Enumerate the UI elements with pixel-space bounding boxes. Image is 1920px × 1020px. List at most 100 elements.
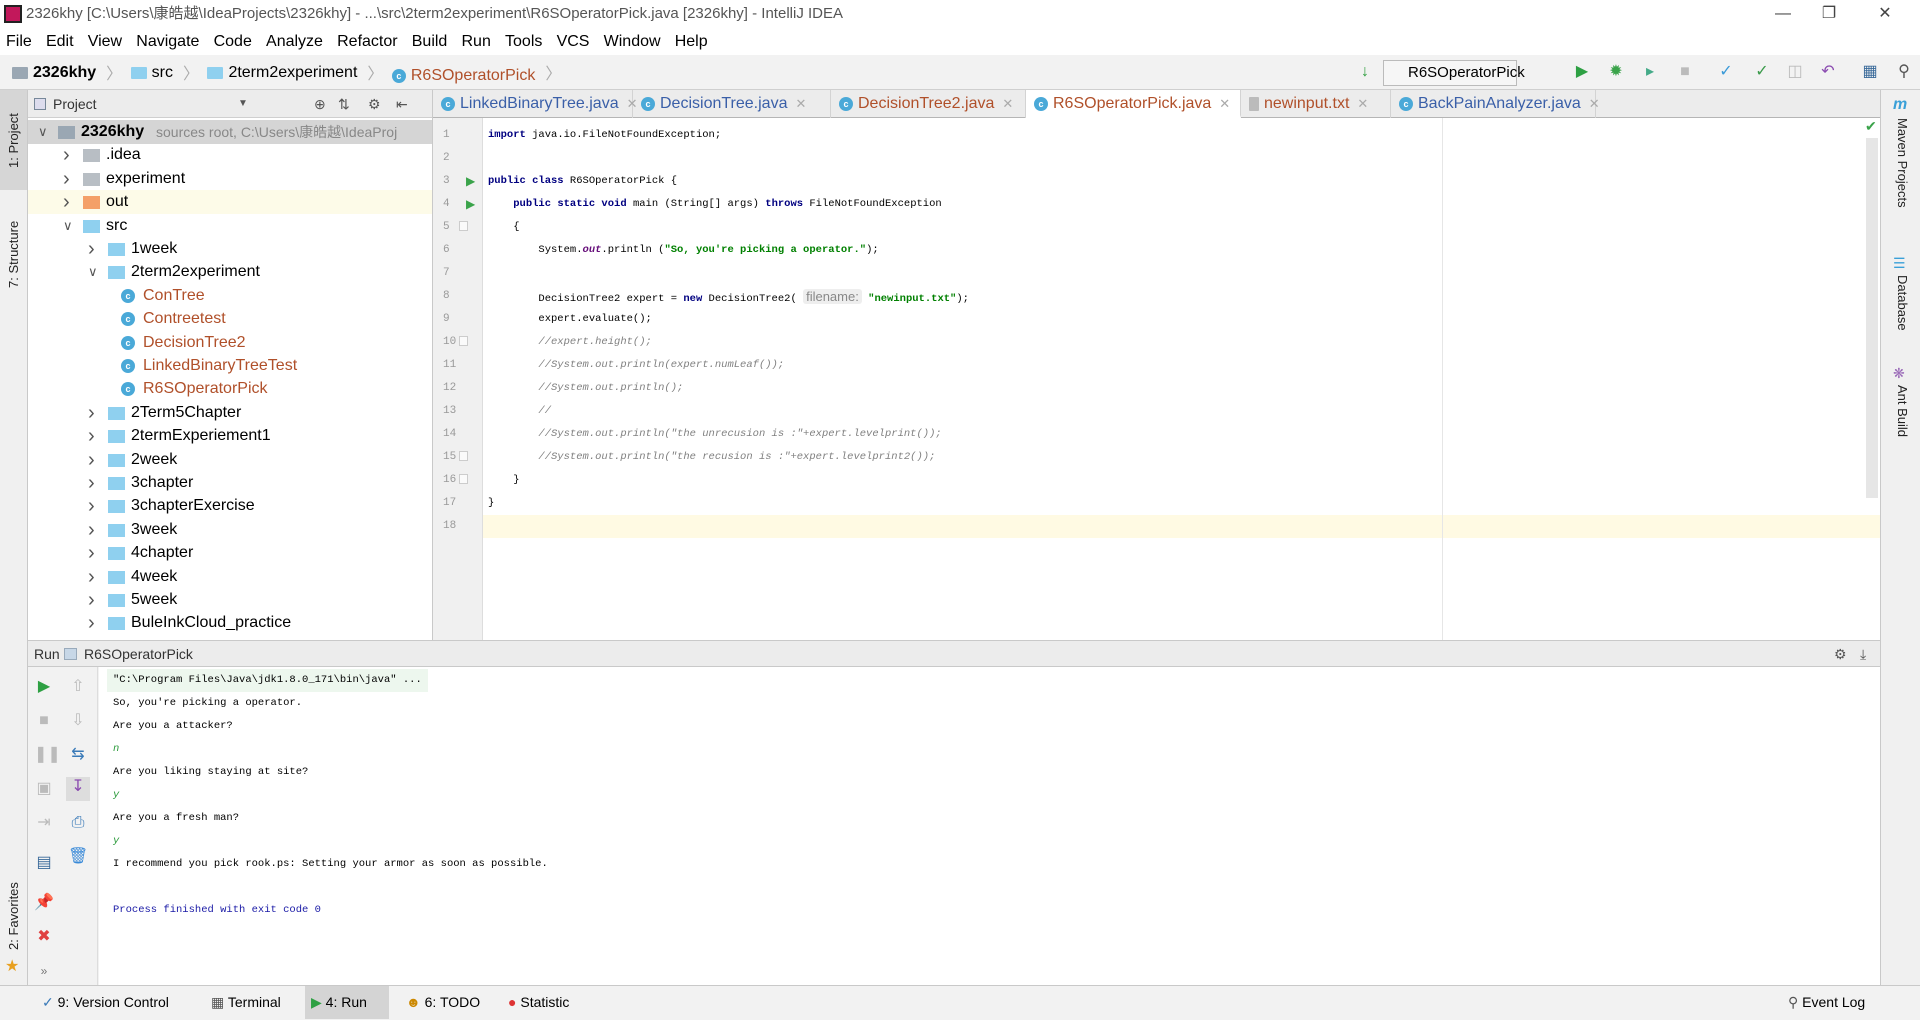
tree-item[interactable]: › 2week xyxy=(28,448,432,472)
print-icon[interactable]: ⎙ xyxy=(68,813,88,833)
tree-item[interactable]: c LinkedBinaryTreeTest xyxy=(28,354,432,378)
menu-refactor[interactable]: Refactor xyxy=(337,33,397,50)
editor-scrollbar[interactable] xyxy=(1866,138,1878,498)
tree-item[interactable]: › 4chapter xyxy=(28,541,432,565)
menu-tools[interactable]: Tools xyxy=(505,33,542,50)
run-config-tab[interactable]: R6SOperatorPick xyxy=(84,641,193,667)
layout-icon[interactable]: ▤ xyxy=(34,853,54,873)
vcs-history-icon[interactable]: ◫ xyxy=(1785,62,1805,82)
statistic-button[interactable]: ● Statistic xyxy=(502,986,575,1019)
chevron-right-icon[interactable]: › xyxy=(88,518,95,542)
database-button[interactable]: ☰ Database xyxy=(1881,255,1920,355)
arrow-up-icon[interactable]: ⇧ xyxy=(68,677,88,697)
breadcrumb-project[interactable]: 2326khy xyxy=(12,55,96,90)
close-tab-icon[interactable]: ✕ xyxy=(1219,96,1230,111)
tree-item[interactable]: › .idea xyxy=(28,143,432,167)
editor-tab[interactable]: c DecisionTree2.java ✕ xyxy=(831,90,1026,118)
pin-icon[interactable]: 📌 xyxy=(34,893,54,913)
run-config-dropdown[interactable]: R6SOperatorPick ⌵ xyxy=(1383,60,1525,104)
scroll-to-end-icon[interactable]: ↧ xyxy=(66,777,90,801)
minimize-button[interactable]: — xyxy=(1760,0,1806,28)
menu-analyze[interactable]: Analyze xyxy=(266,33,323,50)
code-editor[interactable]: 1 2 3 ▶ 4 ▶ 5 6 7 8 9 10 11 12 13 14 15 16 17 18 ✔ import j… xyxy=(433,118,1880,640)
project-structure-icon[interactable]: ▦ xyxy=(1860,62,1880,82)
menu-vcs[interactable]: VCS xyxy=(557,33,590,50)
trash-icon[interactable]: 🗑 xyxy=(68,847,88,867)
tree-item[interactable]: ∨ 2term2experiment xyxy=(28,260,432,284)
tree-item[interactable]: › 1week xyxy=(28,237,432,261)
chevron-right-icon[interactable]: › xyxy=(88,494,95,518)
arrow-down-icon[interactable]: ⇩ xyxy=(68,711,88,731)
more-icon[interactable]: » xyxy=(34,961,54,981)
terminal-button[interactable]: ▦ Terminal xyxy=(205,986,287,1019)
tree-item[interactable]: › out xyxy=(28,190,432,215)
todo-button[interactable]: ☻ 6: TODO xyxy=(400,986,486,1019)
tree-item[interactable]: c DecisionTree2 xyxy=(28,331,432,355)
dump-threads-icon[interactable]: ▣ xyxy=(34,779,54,799)
menu-build[interactable]: Build xyxy=(412,33,448,50)
stop-icon[interactable]: ■ xyxy=(1675,62,1695,82)
chevron-right-icon[interactable]: › xyxy=(88,401,95,425)
favorites-tool-button[interactable]: 2: Favorites ★ xyxy=(0,870,27,980)
event-log-button[interactable]: ⚲ Event Log xyxy=(1782,986,1871,1019)
close-icon[interactable]: ✖ xyxy=(34,927,54,947)
pause-icon[interactable]: ❚❚ xyxy=(34,745,61,765)
chevron-right-icon[interactable]: › xyxy=(88,237,95,261)
chevron-down-icon[interactable]: ∨ xyxy=(38,120,48,144)
menu-navigate[interactable]: Navigate xyxy=(136,33,199,50)
exit-icon[interactable]: ⇥ xyxy=(34,813,54,833)
tree-item[interactable]: › 4week xyxy=(28,565,432,589)
hide-panel-icon[interactable]: ⇤ xyxy=(396,90,408,118)
console-output[interactable]: "C:\Program Files\Java\jdk1.8.0_171\bin\… xyxy=(99,667,1880,985)
chevron-right-icon[interactable]: › xyxy=(63,167,70,191)
chevron-down-icon[interactable]: ▼ xyxy=(238,90,248,118)
editor-tab[interactable]: c DecisionTree.java ✕ xyxy=(633,90,831,118)
tree-item[interactable]: c ConTree xyxy=(28,284,432,308)
chevron-right-icon[interactable]: › xyxy=(88,424,95,448)
close-tab-icon[interactable]: ✕ xyxy=(795,96,806,111)
tree-item[interactable]: ∨ 2326khy sources root, C:\Users\康皓越\IdeaP… xyxy=(28,120,432,144)
chevron-right-icon[interactable]: › xyxy=(88,588,95,612)
collapse-all-icon[interactable]: ⇅ xyxy=(338,90,350,118)
tree-item[interactable]: › 3chapter xyxy=(28,471,432,495)
project-view-selector[interactable]: Project xyxy=(53,90,97,118)
editor-tab[interactable]: c BackPainAnalyzer.java ✕ xyxy=(1391,90,1600,118)
ant-build-button[interactable]: ❋ Ant Build xyxy=(1881,365,1920,465)
chevron-right-icon[interactable]: › xyxy=(63,190,70,214)
tree-item[interactable]: › 3chapterExercise xyxy=(28,494,432,518)
tree-item[interactable]: › 3week xyxy=(28,518,432,542)
vcs-update-icon[interactable]: ✓ xyxy=(1716,62,1736,82)
chevron-right-icon[interactable]: › xyxy=(88,541,95,565)
tree-item[interactable]: › experiment xyxy=(28,167,432,191)
gear-icon[interactable]: ⚙ xyxy=(1834,641,1847,667)
menu-window[interactable]: Window xyxy=(604,33,661,50)
rerun-icon[interactable]: ▶ xyxy=(34,677,54,697)
run-icon[interactable]: ▶ xyxy=(1572,62,1592,82)
run-button[interactable]: ▶ 4: Run xyxy=(305,986,389,1019)
menu-run[interactable]: Run xyxy=(462,33,491,50)
maven-projects-button[interactable]: m Maven Projects xyxy=(1881,96,1920,226)
project-tool-button[interactable]: 1: Project xyxy=(0,90,27,190)
restore-button[interactable]: ❐ xyxy=(1806,0,1852,28)
tree-item[interactable]: › 2termExperiement1 xyxy=(28,424,432,448)
vcs-commit-icon[interactable]: ✓ xyxy=(1752,62,1772,82)
hide-panel-icon[interactable]: ⤓ xyxy=(1860,641,1866,667)
tree-item[interactable]: ∨ src xyxy=(28,214,432,238)
tree-item[interactable]: › 5week xyxy=(28,588,432,612)
chevron-right-icon[interactable]: › xyxy=(88,471,95,495)
tree-item[interactable]: c Contreetest xyxy=(28,307,432,331)
debug-icon[interactable]: ✹ xyxy=(1606,62,1626,82)
stop-icon[interactable]: ■ xyxy=(34,711,54,731)
chevron-down-icon[interactable]: ∨ xyxy=(63,214,73,238)
menu-file[interactable]: File xyxy=(6,33,32,50)
tree-item[interactable]: c R6SOperatorPick xyxy=(28,377,432,401)
structure-tool-button[interactable]: 7: Structure xyxy=(0,208,27,308)
chevron-right-icon[interactable]: › xyxy=(88,565,95,589)
chevron-down-icon[interactable]: ∨ xyxy=(88,260,98,284)
chevron-right-icon[interactable]: › xyxy=(63,143,70,167)
menu-code[interactable]: Code xyxy=(214,33,252,50)
version-control-button[interactable]: ✓ 9: Version Control xyxy=(36,986,175,1019)
breadcrumb-package[interactable]: 2term2experiment xyxy=(207,55,357,90)
tree-item[interactable]: › 2Term5Chapter xyxy=(28,401,432,425)
close-button[interactable]: ✕ xyxy=(1862,0,1908,28)
